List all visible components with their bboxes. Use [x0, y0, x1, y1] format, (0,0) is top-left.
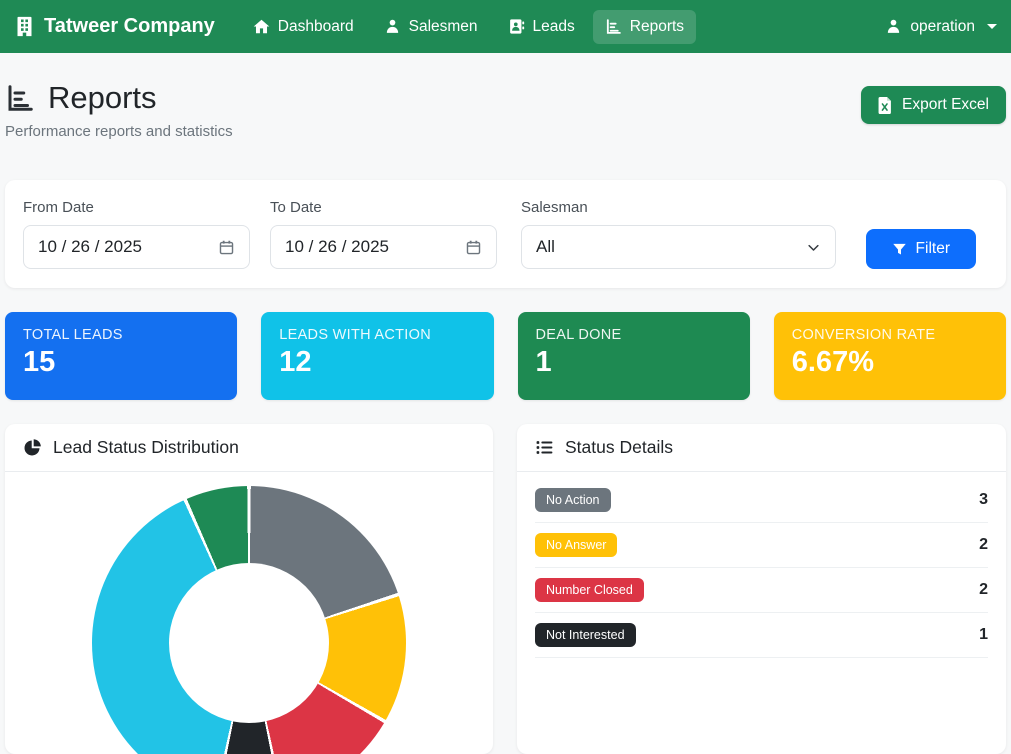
file-excel-icon: [878, 97, 893, 114]
nav-item-leads[interactable]: Leads: [496, 10, 587, 44]
list-icon: [535, 438, 554, 457]
status-row-no-answer: No Answer 2: [535, 523, 988, 568]
nav-item-reports[interactable]: Reports: [593, 10, 696, 44]
status-badge: Number Closed: [535, 578, 644, 602]
chart-bar-icon: [5, 83, 35, 113]
status-details-panel: Status Details No Action 3 No Answer 2 N…: [517, 424, 1006, 754]
filter-card: From Date 10 / 26 / 2025 To Date 10 / 26…: [5, 180, 1006, 288]
nav-item-salesmen[interactable]: Salesmen: [372, 10, 490, 44]
doughnut-hole: [169, 563, 329, 723]
to-date-value: 10 / 26 / 2025: [285, 237, 389, 257]
nav-item-label: Salesmen: [409, 18, 478, 36]
to-date-input[interactable]: 10 / 26 / 2025: [270, 225, 497, 269]
brand-name: Tatweer Company: [44, 15, 215, 38]
status-badge: Not Interested: [535, 623, 636, 647]
stat-label: TOTAL LEADS: [23, 327, 219, 343]
status-badge: No Answer: [535, 533, 617, 557]
from-date-input[interactable]: 10 / 26 / 2025: [23, 225, 250, 269]
bottom-panels: Lead Status Distribution Status Details …: [5, 424, 1006, 754]
home-icon: [253, 18, 270, 35]
stat-card-total-leads: TOTAL LEADS 15: [5, 312, 237, 400]
stat-card-conversion-rate: CONVERSION RATE 6.67%: [774, 312, 1006, 400]
building-icon: [14, 16, 35, 37]
from-date-label: From Date: [23, 199, 250, 216]
stat-label: LEADS WITH ACTION: [279, 327, 475, 343]
nav-item-dashboard[interactable]: Dashboard: [241, 10, 366, 44]
person-icon: [384, 18, 401, 35]
filter-button-label: Filter: [916, 240, 950, 258]
stat-value: 6.67%: [792, 346, 988, 379]
chevron-down-icon: [806, 240, 821, 255]
calendar-icon[interactable]: [465, 239, 482, 256]
salesman-selected-value: All: [536, 237, 555, 257]
calendar-icon[interactable]: [218, 239, 235, 256]
chart-bar-icon: [605, 18, 622, 35]
caret-down-icon: [987, 24, 997, 29]
pie-chart-icon: [23, 438, 42, 457]
user-menu-label: operation: [910, 18, 975, 36]
nav-item-label: Dashboard: [278, 18, 354, 36]
to-date-field: To Date 10 / 26 / 2025: [270, 199, 497, 269]
export-excel-label: Export Excel: [902, 96, 989, 114]
status-count: 1: [979, 626, 988, 644]
brand[interactable]: Tatweer Company: [14, 15, 215, 38]
stat-cards: TOTAL LEADS 15 LEADS WITH ACTION 12 DEAL…: [5, 312, 1006, 400]
stat-value: 15: [23, 346, 219, 379]
stat-card-leads-with-action: LEADS WITH ACTION 12: [261, 312, 493, 400]
from-date-field: From Date 10 / 26 / 2025: [23, 199, 250, 269]
user-icon: [885, 18, 902, 35]
panel-title: Lead Status Distribution: [53, 437, 239, 458]
status-row-no-action: No Action 3: [535, 478, 988, 523]
stat-label: DEAL DONE: [536, 327, 732, 343]
status-count: 2: [979, 536, 988, 554]
salesman-field: Salesman All: [521, 199, 836, 269]
page-subtitle: Performance reports and statistics: [5, 123, 233, 140]
stat-value: 1: [536, 346, 732, 379]
export-excel-button[interactable]: Export Excel: [861, 86, 1006, 124]
stat-card-deal-done: DEAL DONE 1: [518, 312, 750, 400]
lead-status-distribution-panel: Lead Status Distribution: [5, 424, 493, 754]
page-header: Reports Performance reports and statisti…: [0, 53, 1011, 140]
salesman-label: Salesman: [521, 199, 836, 216]
status-row-number-closed: Number Closed 2: [535, 568, 988, 613]
status-count: 2: [979, 581, 988, 599]
status-row-not-interested: Not Interested 1: [535, 613, 988, 658]
nav-item-label: Reports: [630, 18, 684, 36]
user-menu-dropdown[interactable]: operation: [885, 18, 997, 36]
to-date-label: To Date: [270, 199, 497, 216]
page-title: Reports: [48, 80, 157, 116]
address-book-icon: [508, 18, 525, 35]
stat-value: 12: [279, 346, 475, 379]
nav-item-label: Leads: [533, 18, 575, 36]
from-date-value: 10 / 26 / 2025: [38, 237, 142, 257]
navbar: Tatweer Company Dashboard Salesmen Leads…: [0, 0, 1011, 53]
status-badge: No Action: [535, 488, 611, 512]
stat-label: CONVERSION RATE: [792, 327, 988, 343]
panel-title: Status Details: [565, 437, 673, 458]
status-count: 3: [979, 491, 988, 509]
status-list: No Action 3 No Answer 2 Number Closed 2 …: [517, 472, 1006, 658]
nav-links: Dashboard Salesmen Leads Reports: [241, 10, 696, 44]
salesman-select[interactable]: All: [521, 225, 836, 269]
funnel-icon: [892, 242, 907, 257]
filter-button[interactable]: Filter: [866, 229, 976, 269]
